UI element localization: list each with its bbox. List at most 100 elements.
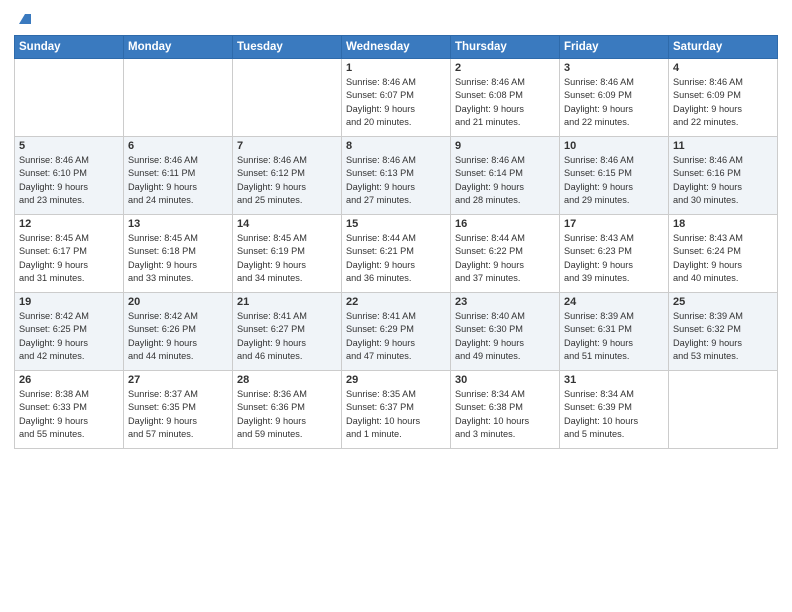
page: SundayMondayTuesdayWednesdayThursdayFrid… <box>0 0 792 612</box>
calendar-cell: 5 Sunrise: 8:46 AM Sunset: 6:10 PM Daylig… <box>15 137 124 215</box>
day-number: 5 <box>19 140 119 152</box>
day-number: 24 <box>564 296 664 308</box>
day-info: Sunrise: 8:46 AM Sunset: 6:09 PM Dayligh… <box>564 76 664 129</box>
calendar-cell: 10Sunrise: 8:46 AM Sunset: 6:15 PM Dayli… <box>560 137 669 215</box>
calendar-cell: 25 Sunrise: 8:39 AM Sunset: 6:32 PM Dayli… <box>669 293 778 371</box>
day-number: 16 <box>455 218 555 230</box>
day-number: 27 <box>128 374 228 386</box>
day-info: Sunrise: 8:46 AM Sunset: 6:14 PM Dayligh… <box>455 154 555 207</box>
day-number: 14 <box>237 218 337 230</box>
calendar-week-row: 5 Sunrise: 8:46 AM Sunset: 6:10 PM Daylig… <box>15 137 778 215</box>
calendar-cell: 19 Sunrise: 8:42 AM Sunset: 6:25 PM Dayli… <box>15 293 124 371</box>
column-header-sunday: Sunday <box>15 36 124 59</box>
day-info: Sunrise: 8:46 AM Sunset: 6:10 PM Dayligh… <box>19 154 119 207</box>
calendar-cell: 7Sunrise: 8:46 AM Sunset: 6:12 PM Daylig… <box>233 137 342 215</box>
calendar-cell: 29 Sunrise: 8:35 AM Sunset: 6:37 PM Dayli… <box>342 371 451 449</box>
calendar-cell: 8 Sunrise: 8:46 AM Sunset: 6:13 PM Daylig… <box>342 137 451 215</box>
day-number: 26 <box>19 374 119 386</box>
column-header-wednesday: Wednesday <box>342 36 451 59</box>
day-info: Sunrise: 8:35 AM Sunset: 6:37 PM Dayligh… <box>346 388 446 441</box>
day-info: Sunrise: 8:46 AM Sunset: 6:09 PM Dayligh… <box>673 76 773 129</box>
day-number: 11 <box>673 140 773 152</box>
day-number: 18 <box>673 218 773 230</box>
calendar-cell: 16 Sunrise: 8:44 AM Sunset: 6:22 PM Dayli… <box>451 215 560 293</box>
day-info: Sunrise: 8:43 AM Sunset: 6:24 PM Dayligh… <box>673 232 773 285</box>
day-info: Sunrise: 8:40 AM Sunset: 6:30 PM Dayligh… <box>455 310 555 363</box>
calendar-cell: 23 Sunrise: 8:40 AM Sunset: 6:30 PM Dayli… <box>451 293 560 371</box>
day-info: Sunrise: 8:46 AM Sunset: 6:11 PM Dayligh… <box>128 154 228 207</box>
calendar-cell: 21 Sunrise: 8:41 AM Sunset: 6:27 PM Dayli… <box>233 293 342 371</box>
logo-icon <box>17 10 33 26</box>
header <box>14 10 778 31</box>
day-number: 23 <box>455 296 555 308</box>
day-number: 28 <box>237 374 337 386</box>
day-info: Sunrise: 8:38 AM Sunset: 6:33 PM Dayligh… <box>19 388 119 441</box>
day-number: 3 <box>564 62 664 74</box>
day-number: 22 <box>346 296 446 308</box>
column-header-friday: Friday <box>560 36 669 59</box>
day-info: Sunrise: 8:46 AM Sunset: 6:15 PM Dayligh… <box>564 154 664 207</box>
day-info: Sunrise: 8:34 AM Sunset: 6:38 PM Dayligh… <box>455 388 555 441</box>
calendar-week-row: 26 Sunrise: 8:38 AM Sunset: 6:33 PM Dayli… <box>15 371 778 449</box>
logo <box>14 10 33 31</box>
calendar-cell: 24Sunrise: 8:39 AM Sunset: 6:31 PM Dayli… <box>560 293 669 371</box>
calendar-cell: 6 Sunrise: 8:46 AM Sunset: 6:11 PM Daylig… <box>124 137 233 215</box>
calendar-cell: 20 Sunrise: 8:42 AM Sunset: 6:26 PM Dayli… <box>124 293 233 371</box>
day-info: Sunrise: 8:41 AM Sunset: 6:27 PM Dayligh… <box>237 310 337 363</box>
calendar-cell: 22 Sunrise: 8:41 AM Sunset: 6:29 PM Dayli… <box>342 293 451 371</box>
day-number: 21 <box>237 296 337 308</box>
day-number: 25 <box>673 296 773 308</box>
calendar-cell: 14Sunrise: 8:45 AM Sunset: 6:19 PM Dayli… <box>233 215 342 293</box>
day-info: Sunrise: 8:42 AM Sunset: 6:25 PM Dayligh… <box>19 310 119 363</box>
day-number: 12 <box>19 218 119 230</box>
day-number: 17 <box>564 218 664 230</box>
calendar-cell: 13 Sunrise: 8:45 AM Sunset: 6:18 PM Dayli… <box>124 215 233 293</box>
calendar-cell: 26 Sunrise: 8:38 AM Sunset: 6:33 PM Dayli… <box>15 371 124 449</box>
calendar-cell: 4 Sunrise: 8:46 AM Sunset: 6:09 PM Daylig… <box>669 59 778 137</box>
calendar-cell: 3 Sunrise: 8:46 AM Sunset: 6:09 PM Daylig… <box>560 59 669 137</box>
day-info: Sunrise: 8:46 AM Sunset: 6:07 PM Dayligh… <box>346 76 446 129</box>
calendar-cell <box>15 59 124 137</box>
day-number: 4 <box>673 62 773 74</box>
calendar-cell: 1Sunrise: 8:46 AM Sunset: 6:07 PM Daylig… <box>342 59 451 137</box>
day-number: 29 <box>346 374 446 386</box>
day-number: 19 <box>19 296 119 308</box>
calendar-week-row: 19 Sunrise: 8:42 AM Sunset: 6:25 PM Dayli… <box>15 293 778 371</box>
calendar-cell: 11Sunrise: 8:46 AM Sunset: 6:16 PM Dayli… <box>669 137 778 215</box>
day-number: 7 <box>237 140 337 152</box>
day-info: Sunrise: 8:44 AM Sunset: 6:21 PM Dayligh… <box>346 232 446 285</box>
calendar-cell: 31Sunrise: 8:34 AM Sunset: 6:39 PM Dayli… <box>560 371 669 449</box>
day-number: 13 <box>128 218 228 230</box>
calendar-week-row: 1Sunrise: 8:46 AM Sunset: 6:07 PM Daylig… <box>15 59 778 137</box>
column-header-thursday: Thursday <box>451 36 560 59</box>
column-header-tuesday: Tuesday <box>233 36 342 59</box>
calendar-cell: 27Sunrise: 8:37 AM Sunset: 6:35 PM Dayli… <box>124 371 233 449</box>
column-header-monday: Monday <box>124 36 233 59</box>
day-info: Sunrise: 8:45 AM Sunset: 6:18 PM Dayligh… <box>128 232 228 285</box>
calendar-cell: 15Sunrise: 8:44 AM Sunset: 6:21 PM Dayli… <box>342 215 451 293</box>
day-number: 31 <box>564 374 664 386</box>
calendar-cell: 12 Sunrise: 8:45 AM Sunset: 6:17 PM Dayli… <box>15 215 124 293</box>
calendar-cell: 2 Sunrise: 8:46 AM Sunset: 6:08 PM Daylig… <box>451 59 560 137</box>
day-info: Sunrise: 8:36 AM Sunset: 6:36 PM Dayligh… <box>237 388 337 441</box>
day-info: Sunrise: 8:42 AM Sunset: 6:26 PM Dayligh… <box>128 310 228 363</box>
calendar-cell: 9Sunrise: 8:46 AM Sunset: 6:14 PM Daylig… <box>451 137 560 215</box>
column-header-saturday: Saturday <box>669 36 778 59</box>
calendar-cell: 17 Sunrise: 8:43 AM Sunset: 6:23 PM Dayli… <box>560 215 669 293</box>
day-number: 8 <box>346 140 446 152</box>
day-info: Sunrise: 8:46 AM Sunset: 6:08 PM Dayligh… <box>455 76 555 129</box>
calendar-week-row: 12 Sunrise: 8:45 AM Sunset: 6:17 PM Dayli… <box>15 215 778 293</box>
day-info: Sunrise: 8:39 AM Sunset: 6:32 PM Dayligh… <box>673 310 773 363</box>
calendar-cell <box>124 59 233 137</box>
day-info: Sunrise: 8:43 AM Sunset: 6:23 PM Dayligh… <box>564 232 664 285</box>
calendar-cell: 30Sunrise: 8:34 AM Sunset: 6:38 PM Dayli… <box>451 371 560 449</box>
calendar-cell: 28 Sunrise: 8:36 AM Sunset: 6:36 PM Dayli… <box>233 371 342 449</box>
day-info: Sunrise: 8:44 AM Sunset: 6:22 PM Dayligh… <box>455 232 555 285</box>
day-info: Sunrise: 8:46 AM Sunset: 6:13 PM Dayligh… <box>346 154 446 207</box>
day-number: 6 <box>128 140 228 152</box>
day-number: 20 <box>128 296 228 308</box>
calendar-cell <box>669 371 778 449</box>
day-info: Sunrise: 8:45 AM Sunset: 6:17 PM Dayligh… <box>19 232 119 285</box>
day-info: Sunrise: 8:41 AM Sunset: 6:29 PM Dayligh… <box>346 310 446 363</box>
day-number: 2 <box>455 62 555 74</box>
